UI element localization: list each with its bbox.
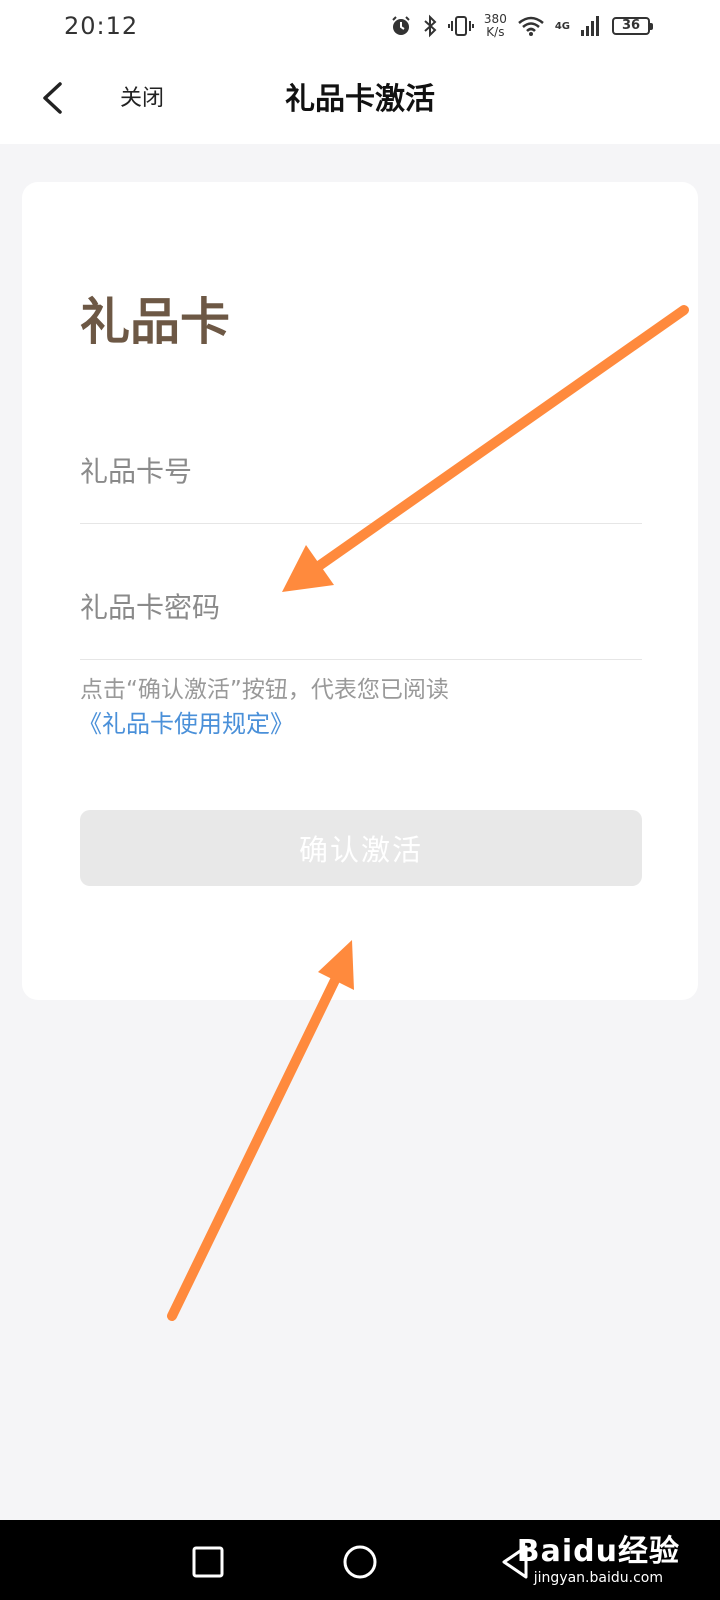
watermark-url: jingyan.baidu.com xyxy=(533,1570,663,1586)
net-speed: 380 K/s xyxy=(483,12,507,39)
wifi-icon xyxy=(518,16,544,36)
signal-icon xyxy=(581,16,599,36)
card-title: 礼品卡 xyxy=(80,293,230,351)
vibrate-icon xyxy=(447,16,474,36)
watermark: Baidu经验 jingyan.baidu.com xyxy=(517,1526,680,1586)
agreement-link[interactable]: 《礼品卡使用规定》 xyxy=(78,704,294,739)
status-bar: 20:12 380 K/s 4G 36 xyxy=(0,0,720,52)
confirm-activate-button[interactable]: 确认激活 xyxy=(80,810,642,886)
card-password-input[interactable] xyxy=(80,524,642,659)
network-type: 4G xyxy=(554,20,570,32)
nav-bar: 关闭 礼品卡激活 xyxy=(0,52,720,144)
gift-card-form: 礼品卡 点击“确认激活”按钮，代表您已阅读 《礼品卡使用规定》 确认激活 xyxy=(22,182,698,1000)
alarm-icon xyxy=(392,16,410,35)
bluetooth-icon xyxy=(424,14,437,38)
recents-icon[interactable] xyxy=(186,1540,230,1584)
home-icon[interactable] xyxy=(338,1540,382,1584)
watermark-brand: Baidu经验 xyxy=(516,1534,680,1569)
page-title: 礼品卡激活 xyxy=(285,82,435,117)
battery-icon: 36 xyxy=(612,17,653,35)
card-password-field xyxy=(80,524,642,660)
agreement-text: 点击“确认激活”按钮，代表您已阅读 xyxy=(80,677,449,703)
status-icons: 380 K/s 4G 36 xyxy=(390,12,653,39)
card-number-input[interactable] xyxy=(80,388,642,523)
status-time: 20:12 xyxy=(64,12,139,40)
card-number-field xyxy=(80,388,642,524)
